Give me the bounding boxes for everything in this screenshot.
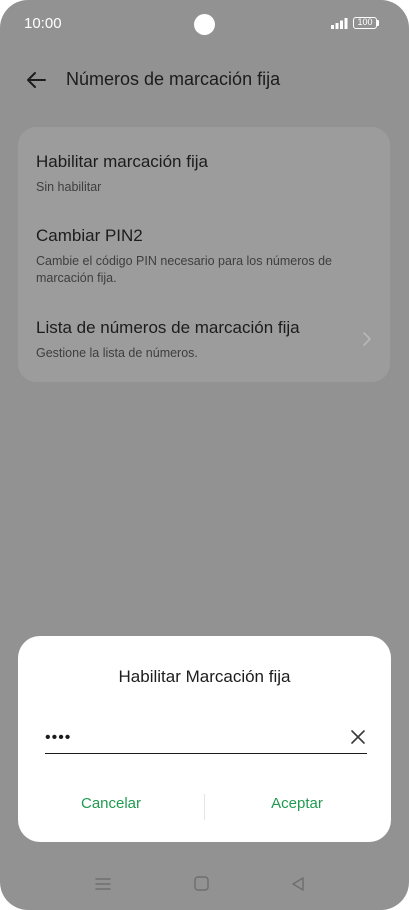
back-triangle-icon[interactable]	[291, 876, 305, 892]
battery-level: 100	[357, 17, 373, 27]
navigation-bar	[0, 870, 409, 900]
setting-title: Cambiar PIN2	[36, 226, 143, 245]
battery-tip	[377, 20, 379, 26]
clear-icon[interactable]	[350, 729, 366, 745]
pin2-input[interactable]: ••••	[45, 725, 367, 754]
status-time: 10:00	[24, 15, 62, 32]
setting-subtitle: Cambie el código PIN necesario para los …	[36, 254, 332, 285]
back-arrow-icon[interactable]	[24, 68, 48, 92]
setting-change-pin2[interactable]: Cambiar PIN2 Cambie el código PIN necesa…	[36, 226, 376, 287]
signal-icon	[331, 18, 348, 29]
dialog-title: Habilitar Marcación fija	[118, 667, 291, 686]
battery-icon: 100	[353, 17, 377, 29]
setting-subtitle: Sin habilitar	[36, 180, 102, 194]
page-title: Números de marcación fija	[66, 69, 281, 89]
home-icon[interactable]	[194, 876, 209, 891]
pin2-input-value: ••••	[45, 729, 72, 746]
setting-subtitle: Gestione la lista de números.	[36, 346, 198, 360]
setting-title: Habilitar marcación fija	[36, 152, 208, 171]
phone-screen: 10:00 100 Números de marcación fija Habi…	[0, 0, 409, 910]
chevron-right-icon	[363, 332, 371, 346]
button-divider	[204, 794, 205, 820]
cancel-button[interactable]: Cancelar	[51, 795, 171, 812]
setting-title: Lista de números de marcación fija	[36, 318, 300, 337]
camera-cutout	[194, 14, 215, 35]
setting-enable-fixed-dialing[interactable]: Habilitar marcación fija Sin habilitar	[36, 152, 376, 196]
enable-fixed-dialing-dialog: Habilitar Marcación fija •••• Cancelar A…	[18, 636, 391, 842]
accept-button[interactable]: Aceptar	[237, 795, 357, 812]
setting-fixed-dialing-list[interactable]: Lista de números de marcación fija Gesti…	[36, 318, 356, 362]
status-bar: 10:00 100	[0, 0, 409, 46]
settings-card: Habilitar marcación fija Sin habilitar C…	[18, 127, 390, 382]
recents-icon[interactable]	[95, 876, 111, 892]
header: Números de marcación fija	[0, 58, 409, 104]
